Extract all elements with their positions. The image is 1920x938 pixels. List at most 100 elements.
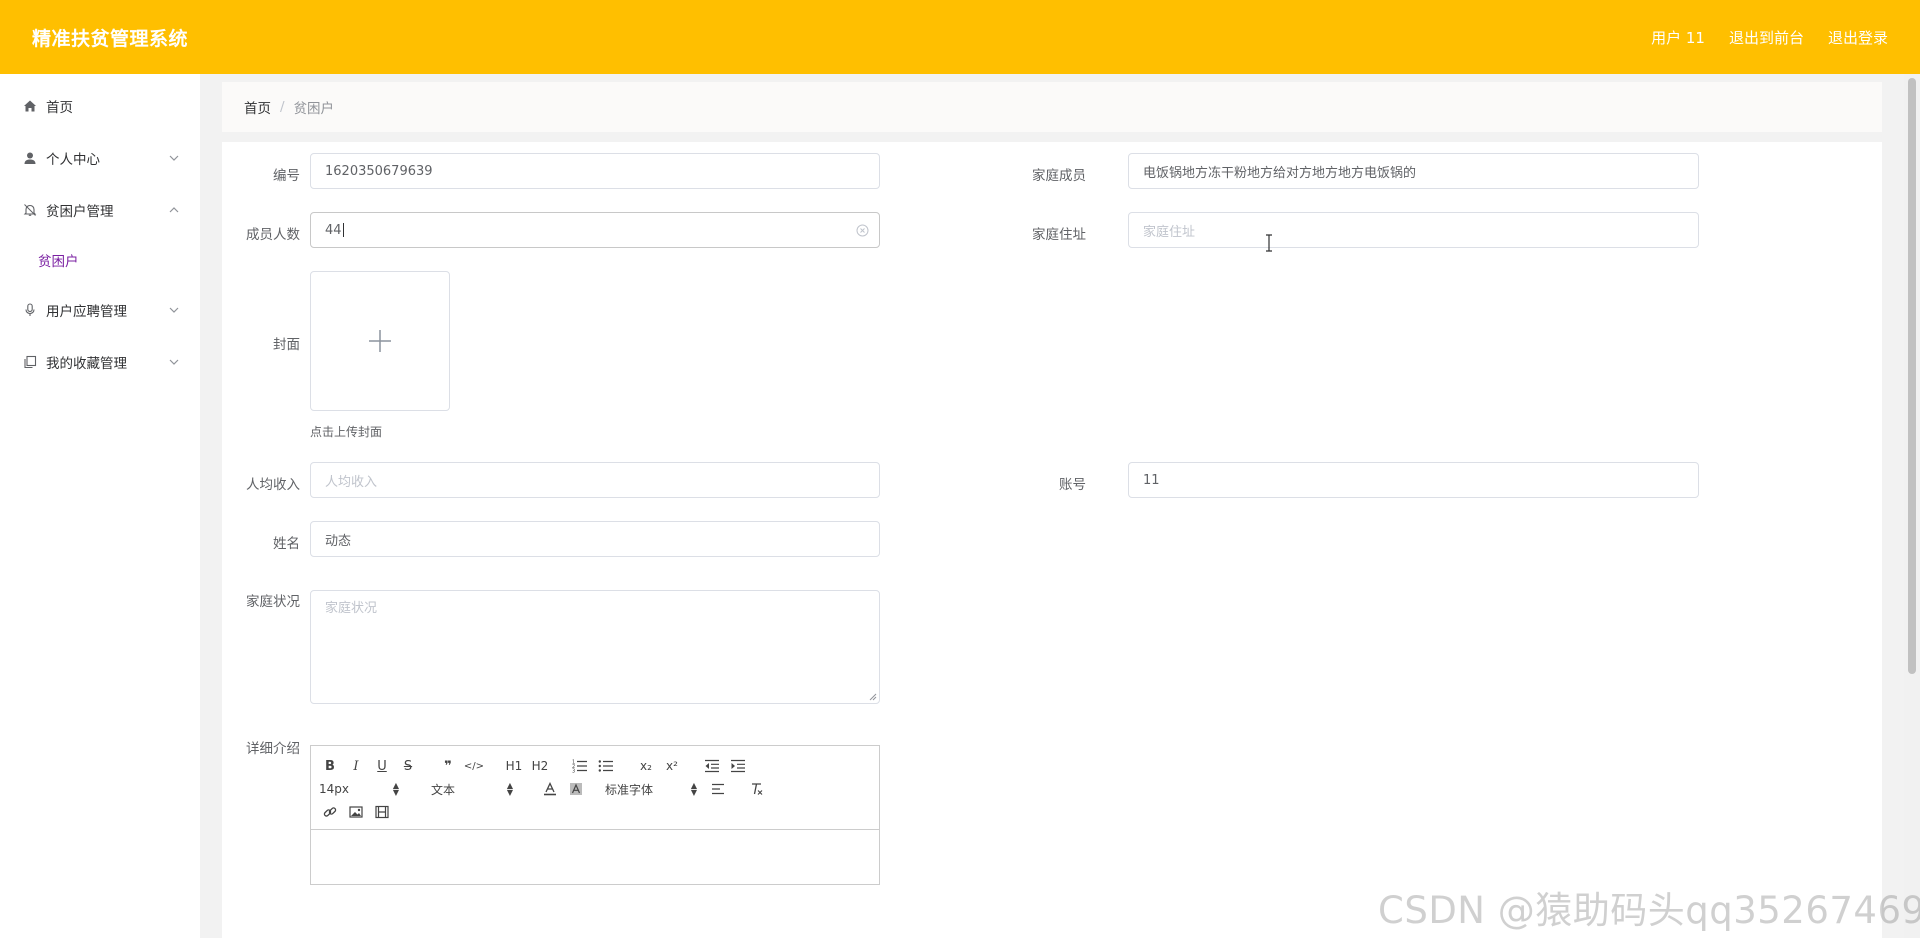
image-button[interactable] [345, 802, 367, 822]
logout-link[interactable]: 退出登录 [1828, 27, 1888, 48]
image-icon [349, 806, 363, 818]
sidebar-item-poor-household-management[interactable]: 贫困户管理 [0, 184, 200, 236]
sidebar-subitem-poor-household[interactable]: 贫困户 [0, 236, 200, 284]
subscript-button[interactable]: x₂ [635, 756, 657, 776]
chevron-down-icon [169, 359, 179, 365]
chevron-down-icon [169, 155, 179, 161]
income-placeholder: 人均收入 [325, 474, 378, 490]
bell-icon [22, 202, 38, 218]
page-scrollbar[interactable] [1904, 74, 1920, 938]
outdent-icon [705, 759, 719, 773]
text-color-button[interactable] [539, 779, 561, 799]
text-caret [342, 223, 344, 237]
sidebar-item-label: 首页 [46, 100, 73, 116]
chevron-down-icon [169, 307, 179, 313]
sidebar: 首页 个人中心 贫困户管理 贫困户 用户应聘管理 我的收藏管理 [0, 74, 200, 938]
clear-format-icon [752, 783, 763, 795]
top-header: 精准扶贫管理系统 用户 11 退出到前台 退出登录 [0, 0, 1920, 74]
underline-button[interactable]: U [371, 756, 393, 776]
account-value: 11 [1143, 472, 1160, 488]
scrollbar-thumb[interactable] [1908, 78, 1916, 674]
breadcrumb: 首页 / 贫困户 [222, 82, 1882, 132]
watermark-text: CSDN @猿助码头qq352674698 [1378, 889, 1920, 932]
sidebar-item-label: 用户应聘管理 [46, 304, 127, 320]
sidebar-item-profile[interactable]: 个人中心 [0, 132, 200, 184]
svg-text:3: 3 [572, 769, 575, 774]
bullet-list-button[interactable] [595, 756, 617, 776]
font-color-icon [544, 782, 556, 796]
font-family-value: 标准字体 [605, 782, 654, 797]
sidebar-item-home[interactable]: 首页 [0, 80, 200, 132]
strike-button[interactable]: S [397, 756, 419, 776]
header-select[interactable]: 文本 ▲ ▼ [431, 781, 513, 798]
number-label: 编号 [273, 168, 300, 184]
income-input[interactable]: 人均收入 [310, 462, 880, 498]
cover-upload-tip: 点击上传封面 [310, 425, 383, 439]
sidebar-item-favorites-management[interactable]: 我的收藏管理 [0, 336, 200, 388]
background-color-icon [570, 783, 582, 795]
header-actions: 用户 11 退出到前台 退出登录 [1651, 27, 1888, 48]
cover-upload[interactable] [310, 271, 450, 411]
header1-button[interactable]: H1 [503, 756, 525, 776]
ordered-list-button[interactable]: 123 [569, 756, 591, 776]
header2-button[interactable]: H2 [529, 756, 551, 776]
current-user[interactable]: 用户 11 [1651, 27, 1705, 48]
income-label: 人均收入 [246, 477, 300, 493]
app-title: 精准扶贫管理系统 [32, 27, 189, 50]
name-input[interactable]: 动态 [310, 521, 880, 557]
link-icon [323, 807, 337, 817]
copy-icon [22, 354, 38, 370]
microphone-icon [22, 302, 38, 318]
outdent-button[interactable] [701, 756, 723, 776]
edit-form: 编号 1620350679639 家庭成员 电饭锅地方冻干粉地方给对方地方地方电… [222, 142, 1882, 938]
clear-format-button[interactable] [745, 779, 767, 799]
editor-toolbar: B I U S ❞ </> H1 H2 123 x₂ x² 14px ▲ ▼ 文… [311, 746, 879, 830]
address-placeholder: 家庭住址 [1143, 224, 1196, 240]
video-icon [375, 805, 389, 819]
bullet-list-icon [598, 760, 613, 772]
family-members-label: 家庭成员 [1032, 168, 1086, 184]
family-members-input[interactable]: 电饭锅地方冻干粉地方给对方地方地方电饭锅的 [1128, 153, 1699, 189]
video-button[interactable] [371, 802, 393, 822]
back-to-front-link[interactable]: 退出到前台 [1729, 27, 1804, 48]
indent-button[interactable] [727, 756, 749, 776]
link-button[interactable] [319, 802, 341, 822]
cover-label: 封面 [273, 337, 300, 353]
sidebar-subitem-label: 贫困户 [38, 254, 79, 270]
family-situation-textarea[interactable]: 家庭状况 [310, 590, 880, 704]
breadcrumb-home[interactable]: 首页 [244, 97, 271, 117]
rich-text-editor: B I U S ❞ </> H1 H2 123 x₂ x² 14px ▲ ▼ 文… [310, 745, 880, 885]
code-block-button[interactable]: </> [463, 756, 485, 776]
clear-icon[interactable] [856, 224, 869, 237]
address-label: 家庭住址 [1032, 227, 1086, 243]
background-color-button[interactable] [565, 779, 587, 799]
editor-content[interactable] [311, 830, 879, 885]
family-members-value: 电饭锅地方冻干粉地方给对方地方地方电饭锅的 [1143, 165, 1417, 181]
chevron-up-icon [169, 207, 179, 213]
select-arrows-icon: ▲ ▼ [506, 781, 513, 797]
member-count-input[interactable]: 44 [310, 212, 880, 248]
account-input[interactable]: 11 [1128, 462, 1699, 498]
superscript-button[interactable]: x² [661, 756, 683, 776]
font-family-select[interactable]: 标准字体 ▲ ▼ [605, 781, 697, 798]
family-situation-label: 家庭状况 [246, 594, 300, 610]
sidebar-item-job-application-management[interactable]: 用户应聘管理 [0, 284, 200, 336]
number-input[interactable]: 1620350679639 [310, 153, 880, 189]
member-count-value: 44 [325, 222, 342, 238]
home-icon [22, 98, 38, 114]
resize-handle-icon[interactable] [869, 693, 877, 701]
align-left-icon [712, 783, 724, 795]
sidebar-item-label: 个人中心 [46, 152, 100, 168]
font-size-select[interactable]: 14px ▲ ▼ [319, 781, 399, 797]
header-select-value: 文本 [431, 782, 456, 797]
main-content: 首页 / 贫困户 编号 1620350679639 家庭成员 电饭锅地方冻干粉地… [222, 82, 1882, 938]
text-cursor-icon [1266, 234, 1272, 252]
bold-button[interactable]: B [319, 756, 341, 776]
blockquote-button[interactable]: ❞ [437, 756, 459, 776]
ordered-list-icon: 123 [572, 760, 587, 774]
select-arrows-icon: ▲ ▼ [392, 781, 399, 797]
address-input[interactable]: 家庭住址 [1128, 212, 1699, 248]
align-button[interactable] [707, 779, 729, 799]
italic-button[interactable]: I [345, 756, 367, 776]
name-label: 姓名 [273, 536, 300, 552]
